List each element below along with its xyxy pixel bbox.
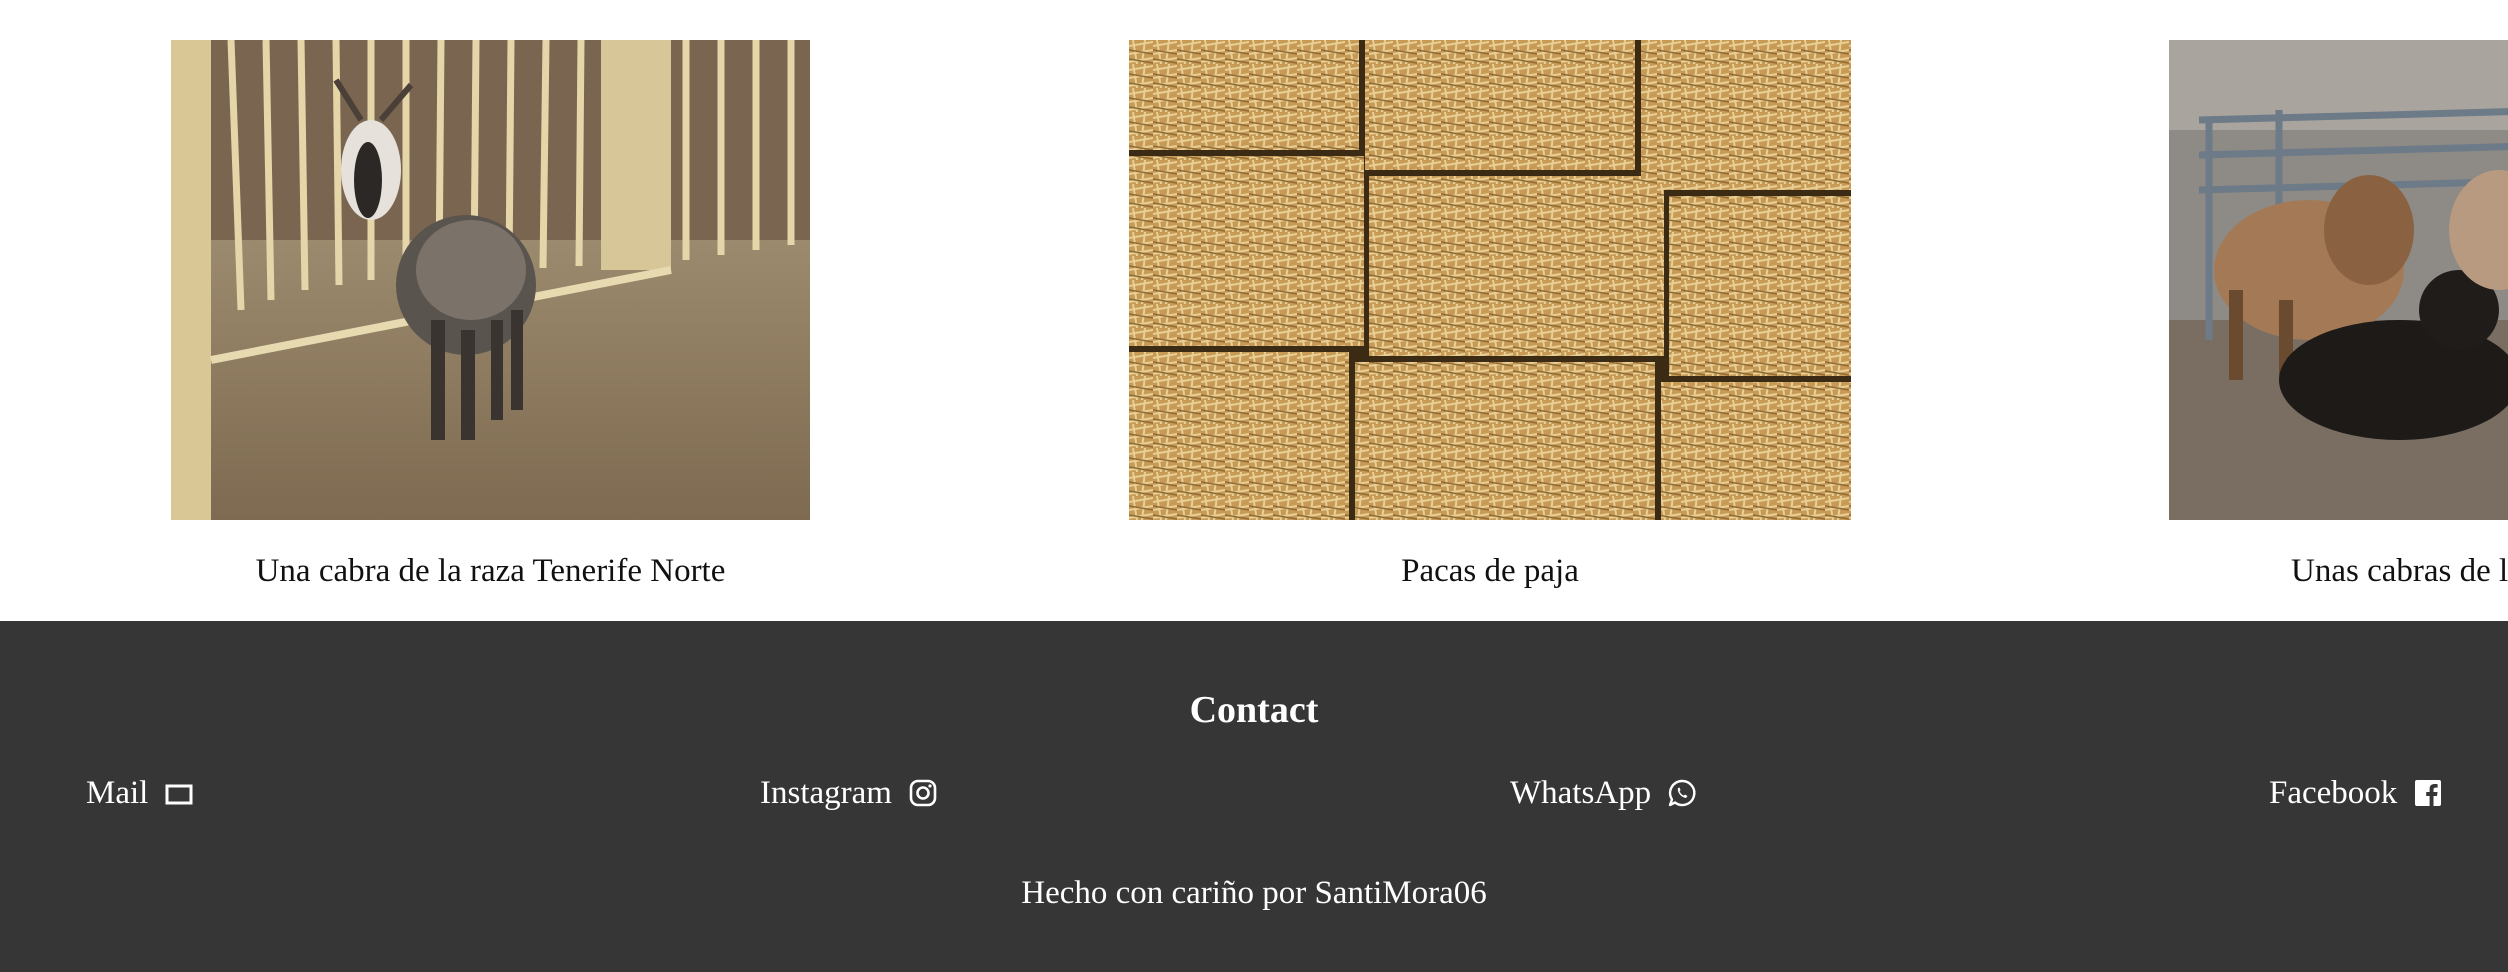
facebook-link-label: Facebook xyxy=(2269,775,2398,811)
whatsapp-link[interactable]: WhatsApp xyxy=(1510,771,1697,815)
gallery-caption: Unas cabras de la xyxy=(2291,553,2508,589)
whatsapp-link-label: WhatsApp xyxy=(1510,775,1652,811)
straw-bales-photo xyxy=(1129,40,1851,520)
instagram-icon xyxy=(908,778,938,808)
facebook-icon xyxy=(2413,778,2443,808)
footer-credits: Hecho con cariño por SantiMora06 xyxy=(1021,875,1487,911)
photo-gallery: Una cabra de la raza Tenerife Norte Paca… xyxy=(0,0,2508,621)
facebook-link[interactable]: Facebook xyxy=(2269,771,2443,815)
site-footer: Contact Mail Instagram WhatsApp Facebook xyxy=(0,621,2508,972)
whatsapp-icon xyxy=(1667,778,1697,808)
goats-group-photo xyxy=(2169,40,2508,520)
instagram-link[interactable]: Instagram xyxy=(760,771,938,815)
mail-icon xyxy=(164,778,194,808)
goat-in-pen-photo xyxy=(171,40,810,520)
gallery-caption: Una cabra de la raza Tenerife Norte xyxy=(255,553,726,589)
footer-title: Contact xyxy=(1189,689,1319,731)
mail-link[interactable]: Mail xyxy=(86,771,194,815)
gallery-caption: Pacas de paja xyxy=(1401,553,1579,589)
mail-link-label: Mail xyxy=(86,775,149,811)
instagram-link-label: Instagram xyxy=(760,775,892,811)
